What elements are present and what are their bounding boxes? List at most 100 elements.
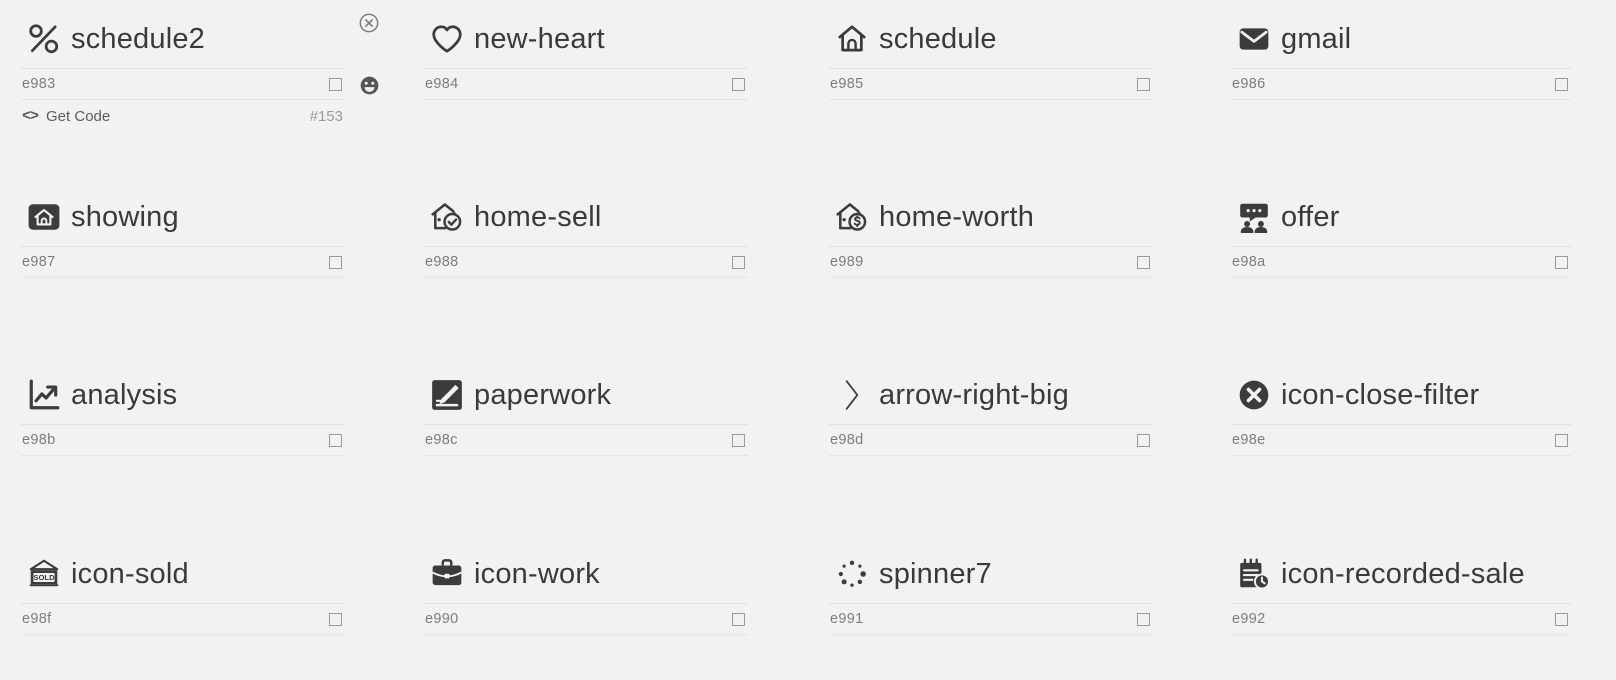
icon-code-row: e986 — [1231, 69, 1571, 100]
svg-text:SOLD: SOLD — [33, 573, 55, 582]
icon-hex-code[interactable]: e983 — [22, 76, 55, 92]
heart-outline-icon[interactable] — [424, 16, 470, 62]
icon-cell-header[interactable]: offer — [1231, 188, 1571, 247]
icon-cell[interactable]: home-worth e989 — [829, 188, 1153, 278]
get-code-label: Get Code — [46, 107, 111, 125]
icon-name: analysis — [71, 378, 178, 411]
get-code-action[interactable]: <> Get Code — [22, 108, 110, 125]
envelope-filled-icon[interactable] — [1231, 16, 1277, 62]
pen-square-icon[interactable] — [424, 372, 470, 418]
icon-hex-code[interactable]: e98c — [425, 432, 458, 448]
house-outline-icon[interactable] — [829, 16, 875, 62]
briefcase-icon[interactable] — [424, 551, 470, 597]
icon-code-row: e987 — [21, 247, 345, 278]
icon-select-checkbox[interactable] — [732, 77, 745, 91]
icon-hex-code[interactable]: e987 — [22, 254, 55, 270]
icon-cell[interactable]: spinner7 e991 — [829, 545, 1153, 635]
icon-name: paperwork — [474, 378, 612, 411]
icon-name: icon-close-filter — [1281, 378, 1480, 411]
icon-cell-header[interactable]: schedule — [829, 10, 1153, 69]
get-code-row[interactable]: <> Get Code #153 — [21, 100, 345, 132]
icon-name: schedule — [879, 22, 997, 55]
icon-select-checkbox[interactable] — [732, 612, 745, 626]
icon-hex-code[interactable]: e98e — [1232, 432, 1265, 448]
house-dollar-icon[interactable] — [829, 194, 875, 240]
icon-cell[interactable]: gmail e986 — [1231, 10, 1571, 100]
icon-select-checkbox[interactable] — [1555, 255, 1568, 269]
chart-arrow-up-icon[interactable] — [21, 372, 67, 418]
icon-select-checkbox[interactable] — [329, 612, 342, 626]
icon-cell[interactable]: home-sell e988 — [424, 188, 748, 278]
icon-code-row: e988 — [424, 247, 748, 278]
icon-select-checkbox[interactable] — [732, 255, 745, 269]
icon-select-checkbox[interactable] — [1137, 612, 1150, 626]
icon-name: offer — [1281, 200, 1340, 233]
icon-cell-header[interactable]: schedule2 — [21, 10, 345, 69]
icon-cell[interactable]: icon-work e990 — [424, 545, 748, 635]
icon-cell[interactable]: showing e987 — [21, 188, 345, 278]
icon-cell[interactable]: icon-close-filter e98e — [1231, 366, 1571, 456]
icon-cell-header[interactable]: home-sell — [424, 188, 748, 247]
spinner-dots-icon[interactable] — [829, 551, 875, 597]
icon-select-checkbox[interactable] — [1555, 433, 1568, 447]
icon-hex-code[interactable]: e98a — [1232, 254, 1265, 270]
icon-code-row: e98c — [424, 425, 748, 456]
icon-cell[interactable]: icon-recorded-sale e992 — [1231, 545, 1571, 635]
icon-select-checkbox[interactable] — [1555, 77, 1568, 91]
icon-hex-code[interactable]: e984 — [425, 76, 458, 92]
icon-select-checkbox[interactable] — [1137, 433, 1150, 447]
icon-cell-header[interactable]: arrow-right-big — [829, 366, 1153, 425]
icon-cell[interactable]: arrow-right-big e98d — [829, 366, 1153, 456]
house-check-icon[interactable] — [424, 194, 470, 240]
circle-x-filled-icon[interactable] — [1231, 372, 1277, 418]
emoji-icon[interactable] — [358, 74, 380, 96]
sold-sign-icon[interactable]: SOLD — [21, 551, 67, 597]
icon-cell-header[interactable]: SOLD icon-sold — [21, 545, 345, 604]
icon-cell-header[interactable]: home-worth — [829, 188, 1153, 247]
icon-cell-header[interactable]: showing — [21, 188, 345, 247]
calendar-clock-icon[interactable] — [1231, 551, 1277, 597]
icon-name: icon-work — [474, 557, 600, 590]
icon-cell[interactable]: offer e98a — [1231, 188, 1571, 278]
icon-hex-code[interactable]: e991 — [830, 611, 863, 627]
icon-cell-header[interactable]: paperwork — [424, 366, 748, 425]
icon-hex-code[interactable]: e986 — [1232, 76, 1265, 92]
icon-cell-header[interactable]: analysis — [21, 366, 345, 425]
icon-hex-code[interactable]: e98d — [830, 432, 863, 448]
icon-hex-code[interactable]: e992 — [1232, 611, 1265, 627]
icon-hex-code[interactable]: e989 — [830, 254, 863, 270]
icon-name: home-worth — [879, 200, 1035, 233]
icon-name: showing — [71, 200, 179, 233]
icon-cell[interactable]: SOLD icon-sold e98f — [21, 545, 345, 635]
speech-people-icon[interactable] — [1231, 194, 1277, 240]
icon-name: new-heart — [474, 22, 605, 55]
icon-hex-code[interactable]: e98f — [22, 611, 51, 627]
icon-select-checkbox[interactable] — [329, 433, 342, 447]
icon-cell[interactable]: paperwork e98c — [424, 366, 748, 456]
icon-cell[interactable]: new-heart e984 — [424, 10, 748, 100]
icon-select-checkbox[interactable] — [329, 255, 342, 269]
icon-cell[interactable]: schedule e985 — [829, 10, 1153, 100]
icon-code-row: e984 — [424, 69, 748, 100]
icon-cell[interactable]: schedule2 e983 <> Get Code #153 — [21, 10, 345, 132]
icon-hex-code[interactable]: e985 — [830, 76, 863, 92]
remove-icon[interactable] — [358, 12, 380, 34]
icon-select-checkbox[interactable] — [1137, 77, 1150, 91]
icon-hex-code[interactable]: e988 — [425, 254, 458, 270]
icon-cell-header[interactable]: new-heart — [424, 10, 748, 69]
icon-cell[interactable]: analysis e98b — [21, 366, 345, 456]
icon-select-checkbox[interactable] — [1555, 612, 1568, 626]
icon-cell-header[interactable]: spinner7 — [829, 545, 1153, 604]
icon-hex-code[interactable]: e98b — [22, 432, 55, 448]
icon-cell-header[interactable]: gmail — [1231, 10, 1571, 69]
icon-hex-code[interactable]: e990 — [425, 611, 458, 627]
icon-cell-header[interactable]: icon-recorded-sale — [1231, 545, 1571, 604]
chevron-right-thin-icon[interactable] — [829, 372, 875, 418]
percent-icon[interactable] — [21, 16, 67, 62]
icon-cell-header[interactable]: icon-work — [424, 545, 748, 604]
icon-cell-header[interactable]: icon-close-filter — [1231, 366, 1571, 425]
icon-select-checkbox[interactable] — [1137, 255, 1150, 269]
icon-select-checkbox[interactable] — [732, 433, 745, 447]
house-badge-square-icon[interactable] — [21, 194, 67, 240]
icon-select-checkbox[interactable] — [329, 77, 342, 91]
